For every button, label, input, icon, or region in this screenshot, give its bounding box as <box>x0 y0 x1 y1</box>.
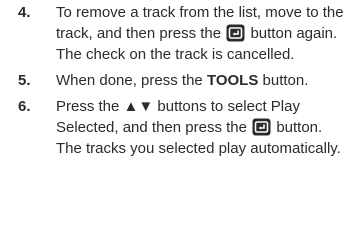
step-instruction-end: button. <box>262 72 309 89</box>
step-instruction-end: button again. <box>250 25 338 42</box>
step-number: 4. <box>18 4 31 21</box>
step-instruction: When done, press the <box>56 72 203 89</box>
step-text: To remove a track from the list, move to… <box>56 2 356 65</box>
step-number: 6. <box>18 98 31 115</box>
tools-button-label: TOOLS <box>206 72 259 89</box>
step-5: 5. When done, press the TOOLS button. <box>18 70 360 91</box>
manual-page: 4. To remove a track from the list, move… <box>0 0 360 241</box>
step-6: 6. Press the ▲▼ buttons to select Play S… <box>18 96 360 159</box>
step-text: Press the ▲▼ buttons to select Play Sele… <box>56 96 356 159</box>
enter-button-icon <box>226 24 245 42</box>
enter-button-icon <box>252 118 271 136</box>
step-4: 4. To remove a track from the list, move… <box>18 2 360 65</box>
step-number: 5. <box>18 72 31 89</box>
step-instruction-end: button. <box>276 119 323 136</box>
step-result: The tracks you selected play automatical… <box>56 140 341 157</box>
step-result: The check on the track is cancelled. <box>56 46 295 63</box>
step-text: When done, press the TOOLS button. <box>56 70 356 91</box>
